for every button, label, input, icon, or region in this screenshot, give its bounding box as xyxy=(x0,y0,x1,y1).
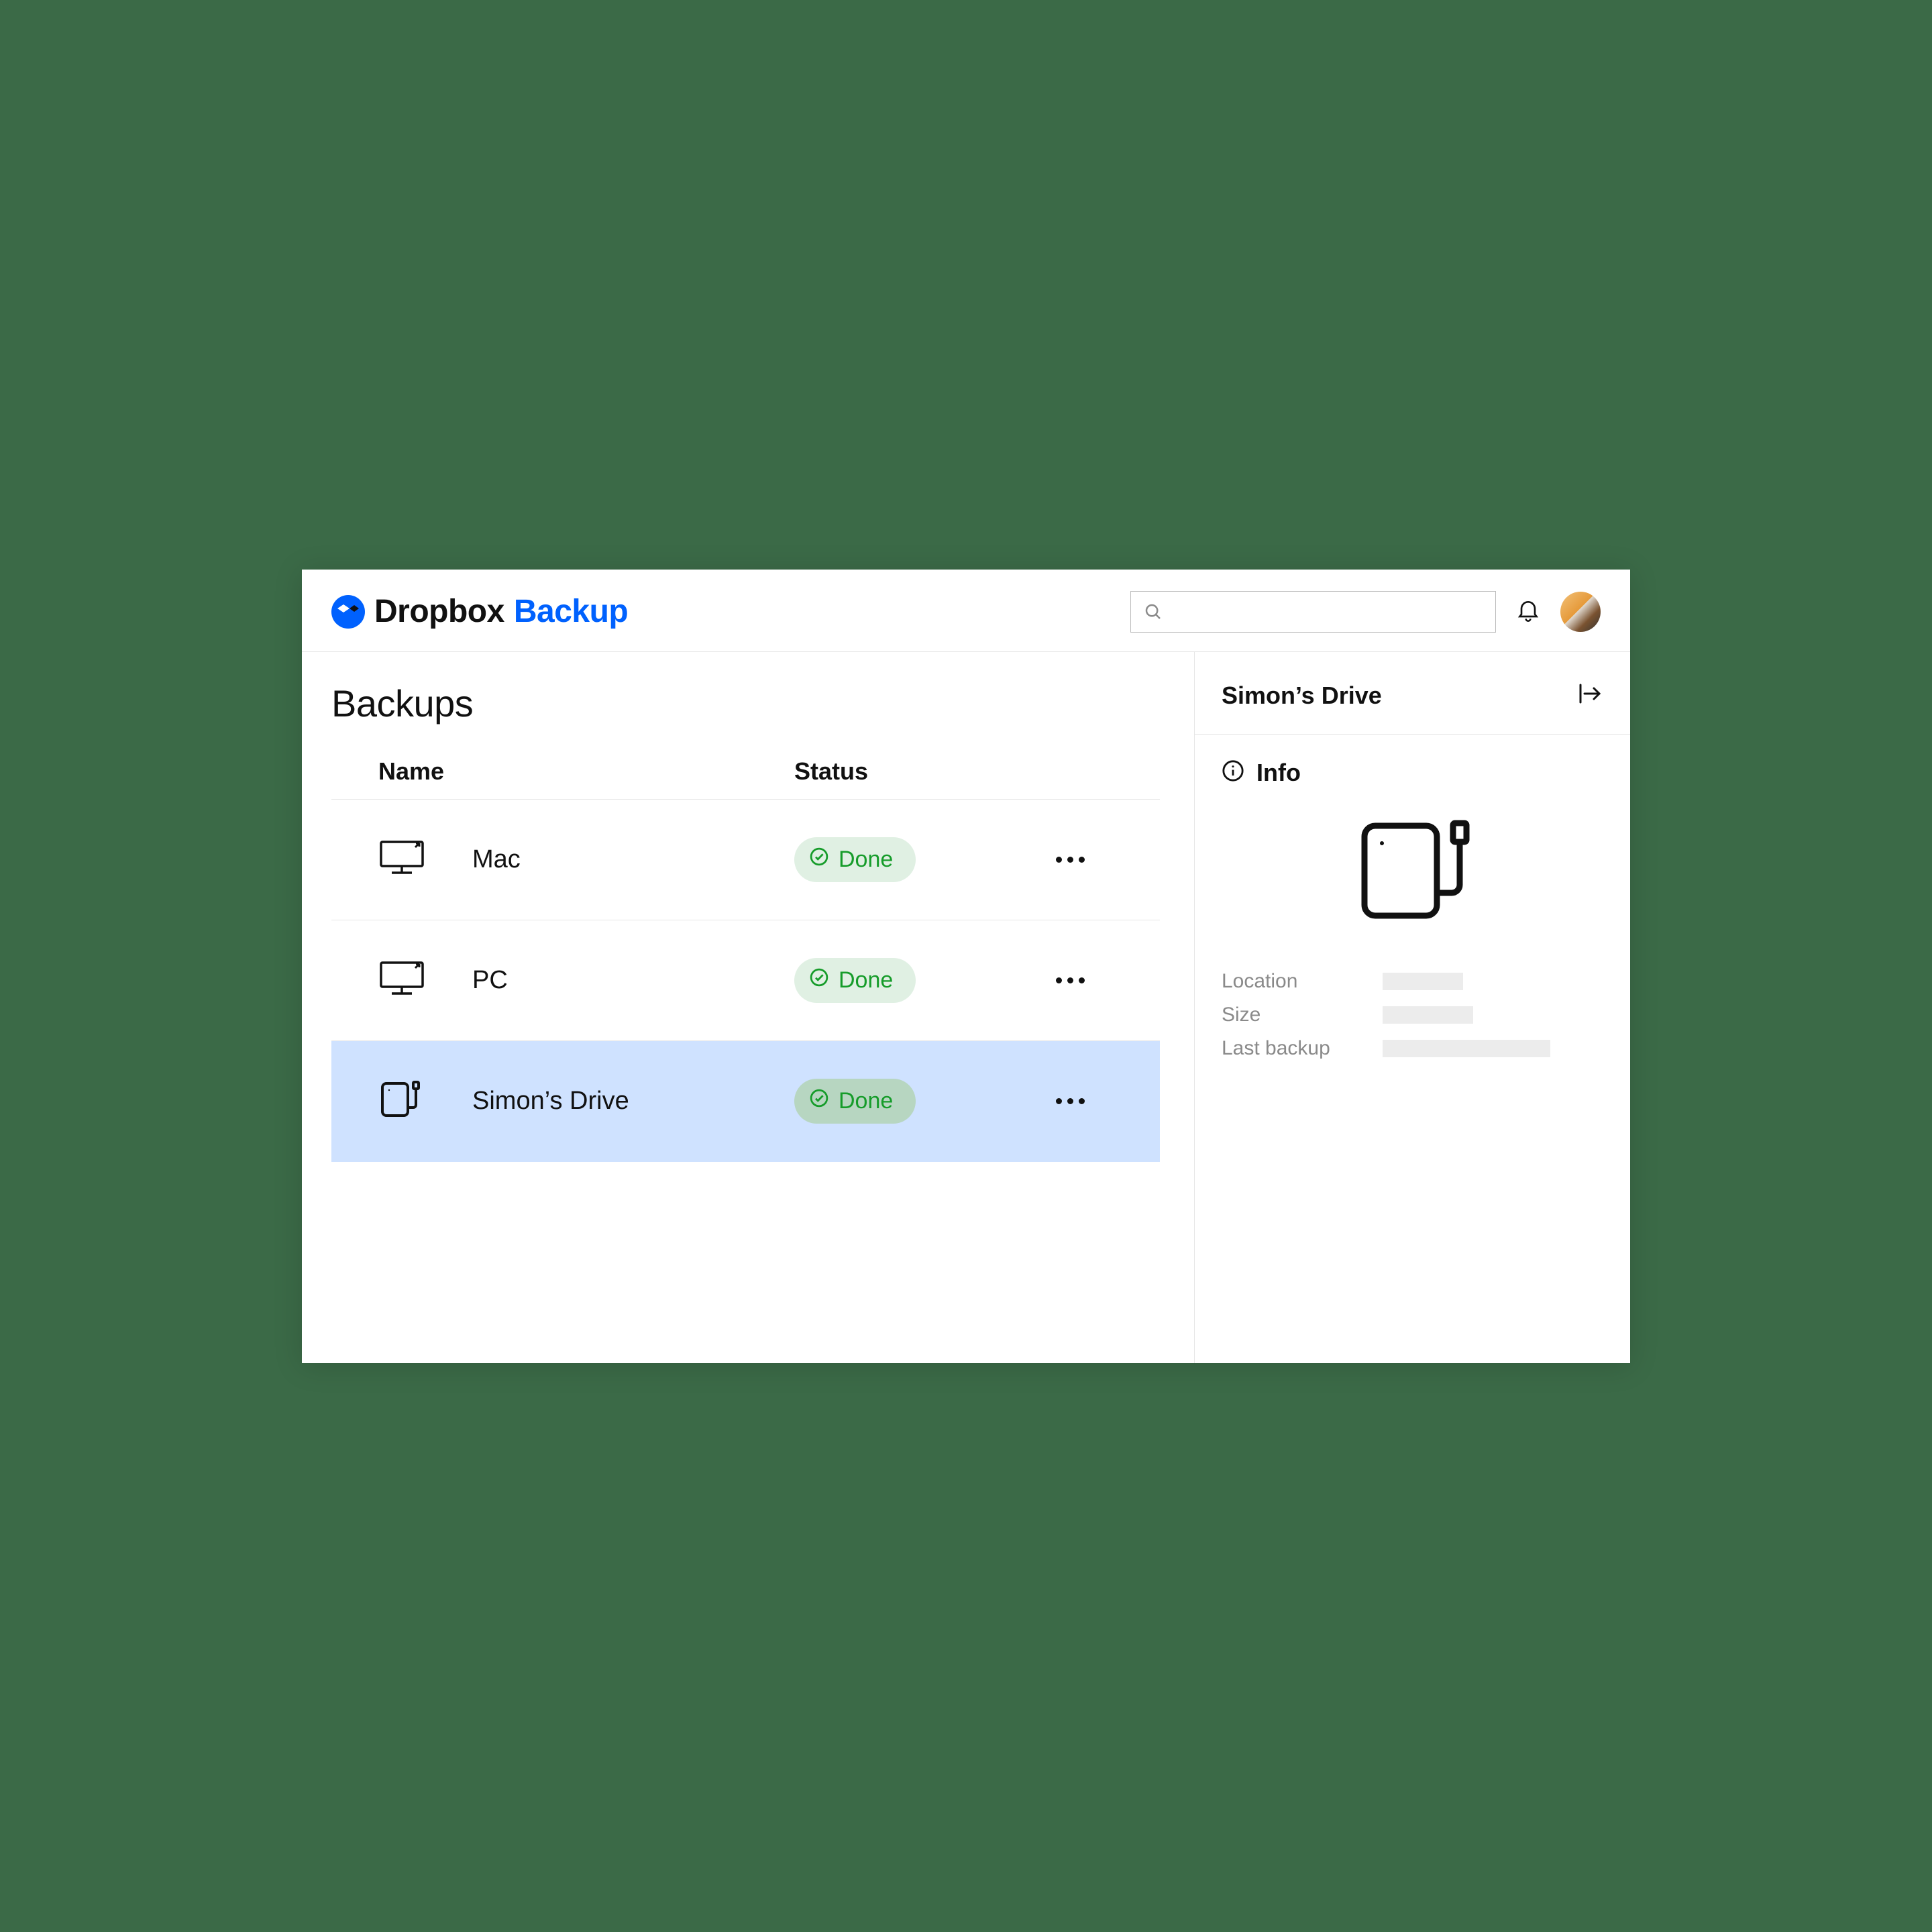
external-drive-icon xyxy=(378,1079,420,1123)
meta-value-placeholder xyxy=(1383,1040,1550,1057)
status-badge: Done xyxy=(794,1079,916,1124)
column-header-status: Status xyxy=(794,757,1036,786)
desktop-icon xyxy=(378,839,425,880)
dropbox-logo-icon xyxy=(331,595,365,629)
details-header: Simon’s Drive xyxy=(1195,652,1630,734)
bell-icon xyxy=(1515,596,1542,627)
info-icon xyxy=(1222,759,1244,786)
main-content: Backups Name Status xyxy=(302,652,1194,1363)
meta-location: Location xyxy=(1222,965,1603,998)
table-row[interactable]: Simon’s Drive Done xyxy=(331,1041,1160,1162)
app-header: Dropbox Backup xyxy=(302,570,1630,652)
desktop-icon xyxy=(378,960,425,1001)
page-title: Backups xyxy=(331,682,1194,725)
status-text: Done xyxy=(839,967,893,994)
app-body: Backups Name Status xyxy=(302,652,1630,1363)
brand-name: Dropbox xyxy=(374,593,504,630)
search-icon xyxy=(1143,602,1163,622)
brand-product: Backup xyxy=(514,593,628,630)
backups-table: Name Status xyxy=(331,757,1160,1162)
meta-value-placeholder xyxy=(1383,973,1463,990)
details-panel: Simon’s Drive xyxy=(1194,652,1630,1363)
search-input[interactable] xyxy=(1130,591,1496,633)
collapse-panel-button[interactable] xyxy=(1578,682,1603,708)
meta-label: Location xyxy=(1222,970,1383,993)
external-drive-icon xyxy=(1352,814,1473,931)
more-actions-button[interactable] xyxy=(1056,857,1085,863)
row-name: Simon’s Drive xyxy=(472,1087,794,1116)
details-title: Simon’s Drive xyxy=(1222,682,1382,710)
row-name: Mac xyxy=(472,845,794,874)
notifications-button[interactable] xyxy=(1512,596,1544,627)
info-section-header: Info xyxy=(1195,735,1630,794)
table-row[interactable]: Mac Done xyxy=(331,800,1160,920)
check-circle-icon xyxy=(809,1088,829,1114)
info-meta: Location Size Last backup xyxy=(1195,965,1630,1065)
meta-size: Size xyxy=(1222,998,1603,1032)
check-circle-icon xyxy=(809,847,829,873)
brand: Dropbox Backup xyxy=(331,593,628,630)
meta-label: Size xyxy=(1222,1004,1383,1026)
status-badge: Done xyxy=(794,837,916,882)
table-row[interactable]: PC Done xyxy=(331,920,1160,1041)
meta-label: Last backup xyxy=(1222,1037,1383,1060)
app-window: Dropbox Backup Backups xyxy=(302,570,1630,1363)
more-actions-button[interactable] xyxy=(1056,1098,1085,1104)
info-illustration xyxy=(1195,794,1630,965)
status-badge: Done xyxy=(794,958,916,1003)
info-label: Info xyxy=(1256,759,1301,787)
more-actions-button[interactable] xyxy=(1056,977,1085,983)
column-header-name: Name xyxy=(378,757,794,786)
row-name: PC xyxy=(472,966,794,995)
table-header: Name Status xyxy=(331,757,1160,800)
status-text: Done xyxy=(839,1088,893,1114)
meta-value-placeholder xyxy=(1383,1006,1473,1024)
check-circle-icon xyxy=(809,967,829,994)
meta-last-backup: Last backup xyxy=(1222,1032,1603,1065)
status-text: Done xyxy=(839,847,893,873)
avatar[interactable] xyxy=(1560,592,1601,632)
